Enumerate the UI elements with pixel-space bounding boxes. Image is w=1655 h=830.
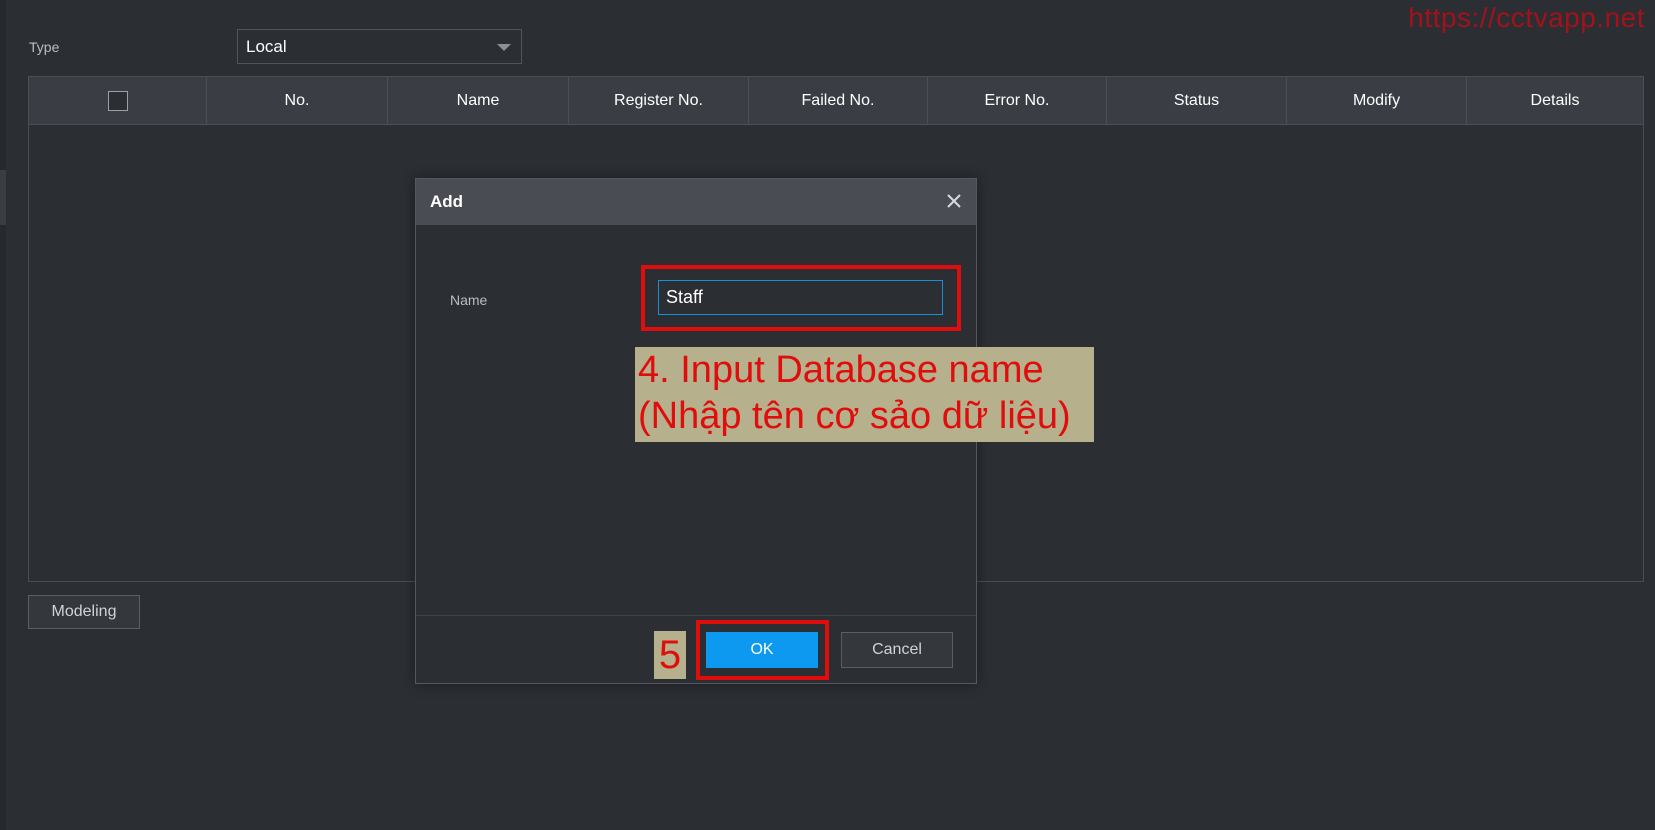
watermark-url: https://cctvapp.net xyxy=(1408,2,1645,33)
name-label: Name xyxy=(450,292,488,308)
dialog-title: Add xyxy=(430,192,464,211)
modeling-button[interactable]: Modeling xyxy=(28,595,140,629)
column-header-error-no[interactable]: Error No. xyxy=(928,77,1107,124)
annotation-step5-badge: 5 xyxy=(654,631,686,679)
type-select-value: Local xyxy=(246,36,287,56)
column-header-modify[interactable]: Modify xyxy=(1287,77,1467,124)
type-label: Type xyxy=(29,39,60,55)
name-input[interactable] xyxy=(658,280,943,315)
table-header: No. Name Register No. Failed No. Error N… xyxy=(29,77,1643,125)
column-header-failed-no[interactable]: Failed No. xyxy=(749,77,928,124)
annotation-step4-line2: (Nhập tên cơ sảo dữ liệu) xyxy=(638,395,1071,437)
annotation-step4-line1: 4. Input Database name xyxy=(638,349,1044,391)
close-icon[interactable] xyxy=(944,191,964,211)
left-sidebar-strip xyxy=(0,0,6,830)
page: https://cctvapp.net Type Local No. Name … xyxy=(0,0,1655,830)
dialog-footer: 5 OK Cancel xyxy=(416,615,976,683)
chevron-down-icon xyxy=(497,44,511,51)
column-header-status[interactable]: Status xyxy=(1107,77,1287,124)
column-header-no[interactable]: No. xyxy=(207,77,388,124)
header-select-all-cell xyxy=(29,77,207,124)
dialog-header: Add xyxy=(416,179,976,225)
annotation-step4-callout: 4. Input Database name (Nhập tên cơ sảo … xyxy=(635,347,1094,442)
column-header-name[interactable]: Name xyxy=(388,77,569,124)
column-header-register-no[interactable]: Register No. xyxy=(569,77,749,124)
select-all-checkbox[interactable] xyxy=(107,90,128,111)
ok-button[interactable]: OK xyxy=(706,632,818,668)
cancel-button[interactable]: Cancel xyxy=(841,632,953,668)
column-header-details[interactable]: Details xyxy=(1467,77,1643,124)
left-sidebar-indicator xyxy=(0,170,6,225)
type-select[interactable]: Local xyxy=(237,29,522,64)
